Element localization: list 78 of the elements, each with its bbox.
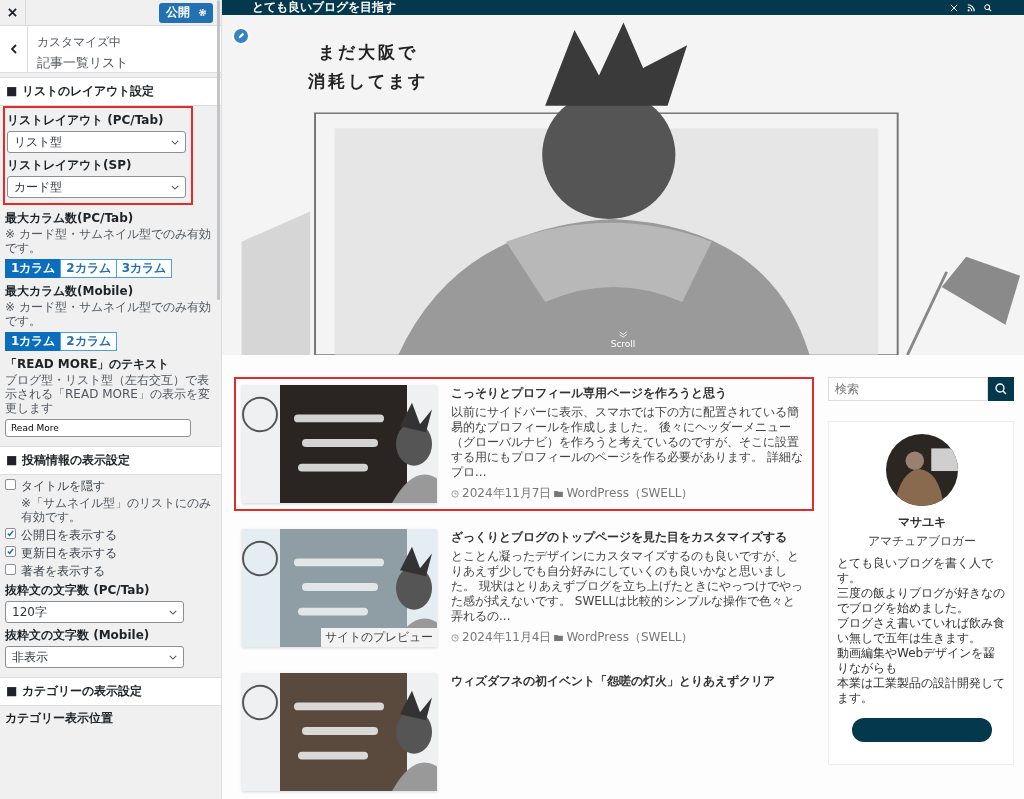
profile-bio-line: 三度の飯よりブログが好きなのでブログを始めました。: [837, 586, 1006, 616]
profile-role: アマチュアブロガー: [868, 533, 976, 550]
select-dropdown[interactable]: リスト型: [7, 131, 186, 153]
column-option[interactable]: 1カラム: [5, 259, 62, 278]
setting-label: 抜粋文の文字数 (PC/Tab): [5, 583, 151, 598]
select-dropdown[interactable]: 非表示: [5, 646, 184, 668]
post-title[interactable]: ざっくりとブログのトップページを見た目をカスタマイズする: [451, 529, 806, 546]
profile-bio-line: 本業は工業製品の設計開発してます。: [837, 676, 1006, 706]
search-field[interactable]: 検索: [828, 377, 988, 401]
chevron-down-icon: [618, 331, 628, 338]
post-category[interactable]: WordPress（SWELL）: [566, 485, 694, 502]
post-date: 2024年11月4日: [462, 629, 552, 646]
setting-label: リストレイアウト(SP): [7, 158, 133, 173]
checkbox[interactable]: [5, 564, 16, 575]
column-option[interactable]: 3カラム: [115, 259, 173, 278]
settings-icon: [198, 8, 207, 17]
chevron-down-icon: [171, 184, 179, 190]
post-excerpt: とことん凝ったデザインにカスタマイズするのも良いですが、とりあえず少しでも自分好みにしていくのも良いかなと思いました。 現状はとりあえずブログを立ち上げたときにやっつけでやった感が拭えないです。 SWELLは比較的シンプルな操作で色々と弄れるの...: [451, 549, 804, 624]
text-input[interactable]: Read More: [5, 419, 191, 437]
setting-note: ※「サムネイル型」のリストにのみ有効です。: [21, 496, 212, 524]
folder-icon: [554, 490, 564, 497]
breadcrumb-label: カスタマイズ中: [37, 34, 122, 51]
checkbox-label: 公開日を表示する: [21, 528, 117, 542]
profile-bio-line: ブログさえ書いていれば飲み食い無しで五年は生きます。: [837, 616, 1006, 646]
checkbox[interactable]: [5, 479, 16, 490]
post-card[interactable]: サイトのプレビュー ざっくりとブログのトップページを見た目をカスタマイズする とことん凝ったデザインにカスタマイズするのも良いですが、とりあえず少しでも自分好みにしていくのも良いかなと思いました。 現状はとりあえずブログを立ち上げたときにやっつけでやった感が拭えないです。 SWELLは比較的シンプルな操作で色々と弄れるの... 2024年11月4日 WordPress（SWELL）: [234, 521, 814, 655]
preview-tooltip: サイトのプレビュー: [321, 628, 437, 647]
search-button[interactable]: [988, 377, 1014, 401]
section-header: ■ リストのレイアウト設定: [0, 77, 221, 106]
profile-button[interactable]: [852, 718, 992, 742]
select-dropdown[interactable]: カード型: [7, 176, 186, 198]
setting-label: カテゴリー表示位置: [5, 711, 114, 726]
post-category[interactable]: WordPress（SWELL）: [566, 629, 694, 646]
x-icon[interactable]: [950, 3, 958, 12]
search-icon: [995, 383, 1007, 395]
post-card[interactable]: ウィズダフネの初イベント「怨嗟の灯火」とりあえずクリア: [234, 665, 814, 799]
column-option[interactable]: 2カラム: [60, 332, 117, 351]
checkbox-label: 更新日を表示する: [21, 546, 117, 560]
setting-note: ※ カード型・サムネイル型でのみ有効です。: [5, 300, 212, 328]
setting-label: 最大カラム数(PC/Tab): [5, 211, 135, 226]
search-icon[interactable]: [984, 3, 992, 12]
checkbox-label: タイトルを隠す: [21, 479, 106, 493]
publish-button[interactable]: 公開: [159, 2, 213, 23]
post-card[interactable]: こっそりとプロフィール専用ページを作ろうと思う 以前にサイドバーに表示、スマホでは下の方に配置されている簡易的なプロフィールを作成しました。 後々にヘッダーメニュー（グローバルナビ）を作ろうと考えているのですが、そこに設置する用にもプロフィールのページを作る必要があります。 詳細なプロ... 2024年11月7日 WordPress（SWELL）: [234, 377, 814, 511]
post-title[interactable]: ウィズダフネの初イベント「怨嗟の灯火」とりあえずクリア: [451, 673, 806, 690]
setting-note: ※ カード型・サムネイル型でのみ有効です。: [5, 227, 212, 255]
profile-bio-line: 動画編集やWebデザインを齧りながらも: [837, 646, 997, 676]
chevron-down-icon: [169, 654, 177, 660]
close-icon: [8, 8, 17, 17]
clock-icon: [451, 489, 459, 498]
chevron-down-icon: [169, 609, 177, 615]
setting-label: 最大カラム数(Mobile): [5, 284, 135, 299]
column-option[interactable]: 2カラム: [60, 259, 117, 278]
section-header: ■ 投稿情報の表示設定: [0, 446, 221, 475]
site-logo[interactable]: まだ大阪で: [318, 41, 418, 64]
site-logo[interactable]: 消耗してます: [308, 70, 428, 93]
setting-label: 抜粋文の文字数 (Mobile): [5, 628, 151, 643]
folder-icon: [554, 634, 564, 641]
chevron-down-icon: [171, 139, 179, 145]
section-header: ■ カテゴリーの表示設定: [0, 677, 221, 706]
checkbox[interactable]: [5, 528, 16, 539]
profile-name: マサユキ: [898, 514, 946, 531]
profile-bio-line: とても良いブログを書く人です。: [837, 556, 994, 586]
site-tagline: とても良いブログを目指す: [252, 0, 396, 16]
clock-icon: [451, 633, 459, 642]
column-option[interactable]: 1カラム: [5, 332, 62, 351]
post-date: 2024年11月7日: [462, 485, 552, 502]
setting-label: リストレイアウト (PC/Tab): [7, 113, 165, 128]
checkbox-label: 著者を表示する: [21, 564, 105, 578]
rss-icon[interactable]: [967, 3, 975, 12]
setting-label: 「READ MORE」のテキスト: [5, 357, 171, 372]
back-icon: [10, 44, 17, 54]
select-dropdown[interactable]: 120字: [5, 601, 184, 623]
setting-description: ブログ型・リスト型（左右交互）で表示される「READ MORE」の表示を変更します: [5, 373, 211, 415]
panel-title: 記事一覧リスト: [37, 54, 128, 72]
post-title[interactable]: こっそりとプロフィール専用ページを作ろうと思う: [451, 385, 806, 402]
checkbox[interactable]: [5, 546, 16, 557]
post-excerpt: 以前にサイドバーに表示、スマホでは下の方に配置されている簡易的なプロフィールを作成しました。 後々にヘッダーメニュー（グローバルナビ）を作ろうと考えているのですが、そこに設置する用にもプロフィールのページを作る必要があります。 詳細なプロ...: [451, 405, 804, 480]
